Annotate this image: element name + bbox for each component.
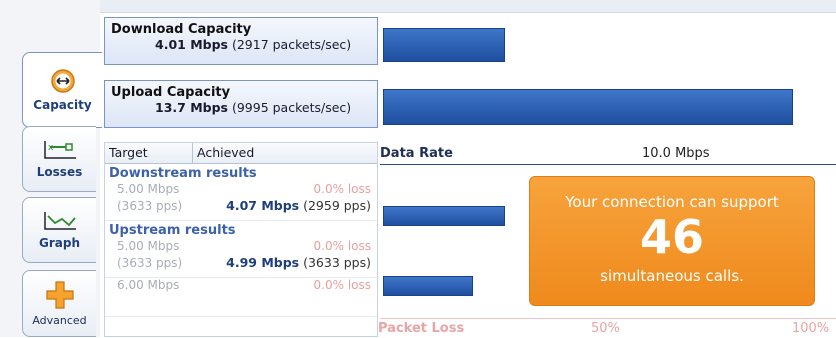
callout-line1: Your connection can support: [565, 193, 779, 211]
packet-loss-axis: Packet Loss 50% 100%: [378, 318, 836, 338]
download-capacity-title: Download Capacity: [111, 22, 252, 37]
table-row: 5.00 Mbps (3633 pps) 0.0% loss 4.07 Mbps…: [105, 182, 377, 221]
upstream-result-bar: [383, 276, 473, 296]
tab-losses-label: Losses: [36, 165, 83, 179]
target-rate: 5.00 Mbps: [117, 182, 180, 196]
callout-line3: simultaneous calls.: [600, 267, 744, 285]
upstream-results-title: Upstream results: [109, 223, 236, 238]
losses-chart-icon: x: [42, 139, 78, 161]
downstream-results-title: Downstream results: [109, 166, 257, 181]
table-row: 6.00 Mbps 0.0% loss: [105, 278, 377, 317]
upload-capacity-title: Upload Capacity: [111, 85, 231, 100]
packet-loss-tick-100: 100%: [792, 321, 830, 336]
column-header-target: Target: [105, 143, 193, 163]
download-capacity-rate: 4.01 Mbps: [155, 37, 228, 52]
loss-value: 0.0% loss: [313, 182, 371, 196]
results-header-row: Target Achieved: [105, 143, 377, 164]
download-capacity-bar: [383, 28, 505, 62]
upload-capacity-box: Upload Capacity 13.7 Mbps (9995 packets/…: [104, 80, 378, 128]
upload-capacity-bar: [383, 89, 793, 125]
achieved-rate: 4.07 Mbps: [226, 198, 300, 213]
data-rate-axis-label: Data Rate: [380, 146, 453, 161]
top-strip: [100, 0, 836, 13]
packet-loss-tick-50: 50%: [591, 321, 620, 336]
tab-advanced-label: Advanced: [32, 314, 87, 327]
target-pps: (3633 pps): [117, 199, 183, 213]
table-row: 5.00 Mbps (3633 pps) 0.0% loss 4.99 Mbps…: [105, 239, 377, 278]
upload-capacity-rate: 13.7 Mbps: [155, 100, 228, 115]
tab-graph-label: Graph: [39, 236, 80, 250]
target-pps: (3633 pps): [117, 256, 183, 270]
column-header-achieved: Achieved: [197, 145, 255, 160]
tab-capacity-label: Capacity: [33, 98, 92, 112]
achieved-rate: 4.99 Mbps: [226, 255, 300, 270]
downstream-result-bar: [383, 206, 505, 226]
callout-number: 46: [639, 210, 704, 264]
achieved-pps: (2959 pps): [303, 198, 371, 213]
plus-icon: [45, 280, 75, 310]
download-capacity-packets: (2917 packets/sec): [231, 37, 352, 52]
download-capacity-box: Download Capacity 4.01 Mbps (2917 packet…: [104, 17, 378, 65]
results-table[interactable]: Target Achieved Downstream results 5.00 …: [104, 142, 378, 337]
target-rate: 6.00 Mbps: [117, 278, 180, 292]
tab-advanced[interactable]: Advanced: [22, 270, 96, 337]
tab-capacity[interactable]: Capacity: [22, 52, 102, 128]
packet-loss-axis-label: Packet Loss: [378, 321, 465, 336]
double-arrow-icon: [50, 68, 76, 94]
call-capacity-callout: Your connection can support 46 simultane…: [529, 176, 815, 306]
tab-graph[interactable]: Graph: [22, 197, 96, 263]
data-rate-tick-10mbps: 10.0 Mbps: [642, 146, 710, 161]
line-graph-icon: [42, 210, 78, 232]
achieved-pps: (3633 pps): [303, 255, 371, 270]
target-rate: 5.00 Mbps: [117, 239, 180, 253]
upload-capacity-packets: (9995 packets/sec): [231, 100, 352, 115]
svg-text:x: x: [48, 143, 54, 153]
data-rate-axis: Data Rate 10.0 Mbps: [380, 146, 836, 165]
loss-value: 0.0% loss: [313, 239, 371, 253]
loss-value: 0.0% loss: [313, 278, 371, 292]
tab-losses[interactable]: x Losses: [22, 126, 96, 192]
